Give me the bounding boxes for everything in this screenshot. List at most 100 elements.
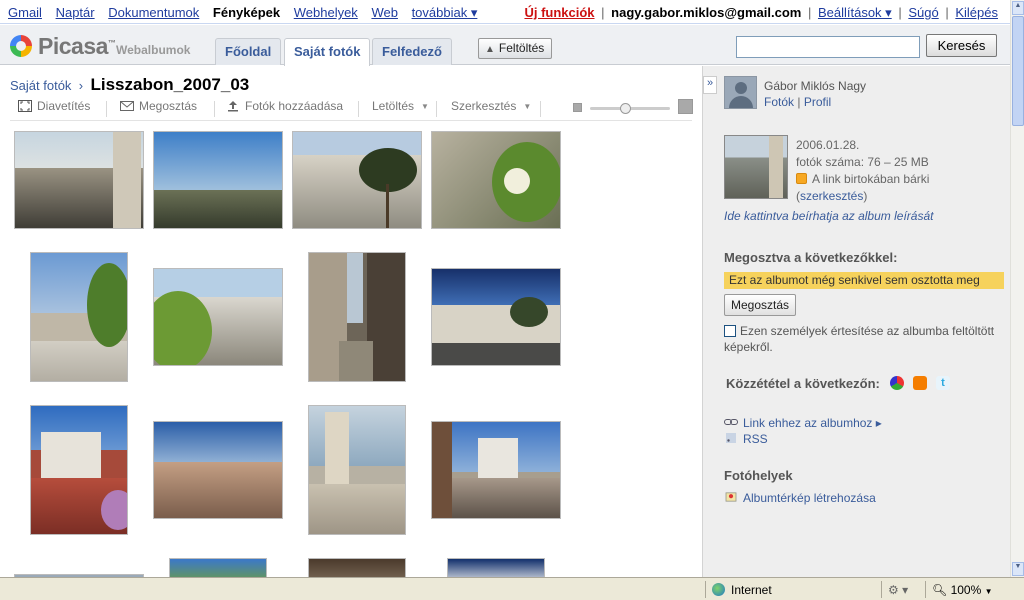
add-photos-button[interactable]: Fotók hozzáadása [226,99,343,113]
photo-thumbnail[interactable] [169,558,267,577]
gbar-separator: | [601,5,605,20]
slideshow-label: Diavetítés [37,99,91,113]
user-links: Fotók | Profil [764,95,831,109]
gbar-link-documents[interactable]: Dokumentumok [108,5,199,20]
photo-thumbnail[interactable] [308,405,406,535]
album-title: Lisszabon_2007_03 [90,75,250,94]
gbar-link-gmail[interactable]: Gmail [8,5,42,20]
protected-mode-indicator[interactable]: ⚙ ▾ [881,581,925,598]
download-menu[interactable]: Letöltés ▼ [372,99,429,113]
chain-link-icon [724,419,738,425]
not-shared-notice: Ezt az albumot még senkivel sem osztotta… [724,272,1004,289]
album-visibility: A link birtokában bárki [812,172,930,186]
logo-tm: ™ [107,38,116,48]
logout-link[interactable]: Kilépés [955,5,998,20]
photo-thumbnail[interactable] [14,131,144,229]
photo-thumbnail[interactable] [447,558,545,577]
browser-status-bar: Internet ⚙ ▾ 🔍︎ 100% ▼ [0,577,1024,600]
upload-label: Feltöltés [498,41,545,55]
edit-menu[interactable]: Szerkesztés ▼ [451,99,531,113]
notify-checkbox[interactable] [724,325,736,337]
slideshow-icon [18,100,32,112]
picasa-wheel-icon [10,35,32,57]
blogger-icon[interactable] [913,376,927,390]
buzz-icon[interactable] [890,376,904,390]
upload-arrow-icon [228,101,238,112]
photo-thumbnail[interactable] [431,421,561,519]
album-photo-count: fotók száma: 76 – 25 MB [796,155,929,169]
help-link[interactable]: Súgó [908,5,938,20]
album-date: 2006.01.28. [796,138,860,152]
zoom-level-control[interactable]: 🔍︎ 100% ▼ [925,581,1010,598]
photo-thumbnail[interactable] [153,421,283,519]
photo-thumbnail[interactable] [30,405,128,535]
album-sidebar: » Gábor Miklós Nagy Fotók | Profil 2006.… [702,66,1010,577]
logo-subtitle: Webalbumok [116,43,191,57]
photo-thumbnail[interactable] [431,131,561,229]
notify-option: Ezen személyek értesítése az albumba fel… [724,323,1008,355]
rss-link[interactable]: RSS [724,432,768,446]
add-photos-label: Fotók hozzáadása [245,99,344,113]
photo-thumbnail[interactable] [308,252,406,382]
chevron-down-icon: ▼ [984,587,993,596]
app-header: Picasa™ Webalbumok Főoldal Saját fotók F… [0,25,1010,66]
protected-mode-icon: ⚙ ▾ [888,583,909,597]
scroll-down-icon[interactable]: ▼ [1012,562,1024,576]
slider-handle[interactable] [620,103,631,114]
avatar[interactable] [724,76,757,109]
small-thumbnail-icon [573,103,582,112]
slideshow-button[interactable]: Diavetítés [18,99,90,113]
search-button[interactable]: Keresés [926,34,997,57]
photo-thumbnail[interactable] [153,268,283,366]
new-features-link[interactable]: Új funkciók [524,5,594,20]
thumbnail-size-slider[interactable] [573,99,693,117]
edit-visibility-link[interactable]: szerkesztés [800,189,863,203]
collapse-sidebar-icon[interactable]: » [703,76,717,94]
settings-link[interactable]: Beállítások ▾ [818,5,892,20]
album-description-link[interactable]: Ide kattintva beírhatja az album leírásá… [724,209,933,223]
scroll-up-icon[interactable]: ▲ [1012,1,1024,15]
security-zone: Internet [705,581,881,598]
gbar-link-calendar[interactable]: Naptár [56,5,95,20]
user-links-separator: | [797,95,801,109]
user-photos-link[interactable]: Fotók [764,95,794,109]
globe-icon [712,583,725,596]
map-icon [725,492,737,502]
account-email: nagy.gabor.miklos@gmail.com [611,5,802,20]
breadcrumb-my-photos[interactable]: Saját fotók [10,78,71,93]
photo-thumbnail[interactable] [30,252,128,382]
upload-button[interactable]: ▲ Feltöltés [478,38,553,59]
gbar-link-more[interactable]: továbbiak ▾ [412,5,478,20]
share-button[interactable]: Megosztás [724,294,797,316]
notify-label: Ezen személyek értesítése az albumba fel… [724,324,995,354]
tab-explore[interactable]: Felfedező [372,38,452,65]
photo-thumbnail[interactable] [308,558,406,577]
tab-home[interactable]: Főoldal [215,38,282,65]
twitter-icon[interactable]: t [936,376,950,390]
photo-thumbnail[interactable] [292,131,422,229]
gbar-link-sites[interactable]: Webhelyek [294,5,358,20]
photo-places-heading: Fotóhelyek [724,468,793,483]
album-toolbar: Diavetítés Megosztás Fotók hozzáadása Le… [10,97,693,121]
album-info: 2006.01.28. fotók száma: 76 – 25 MB A li… [796,137,929,205]
album-link[interactable]: Link ehhez az albumhoz ▸ [724,416,882,430]
magnifier-icon: 🔍︎ [932,583,948,597]
create-map-link[interactable]: Albumtérkép létrehozása [724,491,876,505]
gbar-link-web[interactable]: Web [371,5,398,20]
page-scrollbar[interactable]: ▲ ▼ [1010,0,1024,577]
share-toolbar-label: Megosztás [139,99,198,113]
google-bar: Gmail Naptár Dokumentumok Fényképek Webh… [0,0,1010,24]
tab-my-photos[interactable]: Saját fotók [284,38,371,66]
photo-thumbnail[interactable] [153,131,283,229]
user-profile-link[interactable]: Profil [804,95,831,109]
gbar-separator: | [807,5,812,20]
breadcrumb-separator: › [78,78,84,93]
gbar-separator: | [898,5,902,20]
breadcrumb: Saját fotók › Lisszabon_2007_03 [10,75,249,95]
search-input[interactable] [736,36,920,58]
rss-label: RSS [743,432,768,446]
gbar-link-photos: Fényképek [212,5,281,20]
scrollbar-thumb[interactable] [1012,16,1024,126]
share-toolbar-button[interactable]: Megosztás [120,99,197,113]
photo-thumbnail[interactable] [431,268,561,366]
